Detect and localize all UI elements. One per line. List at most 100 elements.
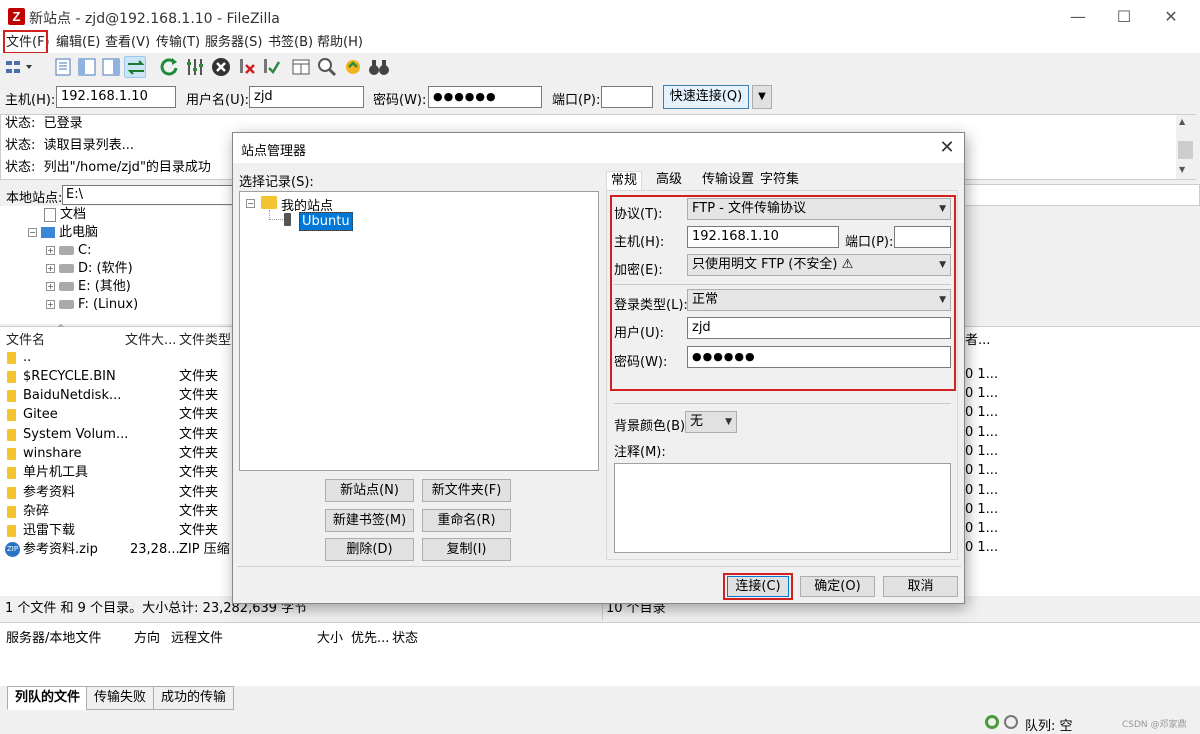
tree-item-this-pc[interactable]: − 此电脑 (28, 224, 98, 242)
menu-view[interactable]: 查看(V) (105, 34, 150, 53)
column-filesize[interactable]: 文件大... (125, 329, 176, 348)
cancel-button[interactable]: 取消 (883, 576, 958, 597)
dialog-close-icon[interactable]: ✕ (935, 136, 959, 160)
username-input[interactable]: zjd (249, 86, 364, 108)
expand-icon[interactable]: + (46, 300, 55, 309)
queue-tabs: 列队的文件 传输失败 成功的传输 (0, 686, 1200, 710)
column-filename[interactable]: 文件名 (6, 329, 45, 348)
comments-textarea[interactable] (614, 463, 951, 553)
transfer-queue-icon[interactable] (124, 56, 146, 78)
tree-item-drive-e[interactable]: + E: (其他) (46, 278, 131, 296)
file-row[interactable]: winshare 文件夹 (0, 444, 232, 463)
queue-col-remote[interactable]: 远程文件 (171, 627, 223, 646)
collapse-icon[interactable]: − (28, 228, 37, 237)
site-entry-ubuntu[interactable]: Ubuntu (299, 212, 353, 231)
tab-charset[interactable]: 字符集 (756, 171, 803, 191)
tree-item-drive-d[interactable]: + D: (软件) (46, 260, 133, 278)
quickconnect-dropdown-icon[interactable]: ▼ (752, 85, 772, 109)
menu-edit[interactable]: 编辑(E) (56, 34, 100, 53)
file-row[interactable]: System Volum... 文件夹 (0, 425, 232, 444)
port-input[interactable] (601, 86, 653, 108)
drive-icon (59, 264, 74, 273)
menu-help[interactable]: 帮助(H) (317, 34, 363, 53)
tab-advanced[interactable]: 高级 (652, 171, 686, 191)
search-icon[interactable] (316, 56, 338, 78)
new-bookmark-button[interactable]: 新建书签(M) (325, 509, 414, 532)
settings-gear-icon[interactable] (985, 715, 999, 729)
tab-transfer-settings[interactable]: 传输设置 (698, 171, 758, 191)
menu-server[interactable]: 服务器(S) (205, 34, 262, 53)
queue-col-status[interactable]: 状态 (392, 627, 418, 646)
site-tree: − 我的站点 Ubuntu (239, 191, 599, 471)
expand-icon[interactable]: + (46, 282, 55, 291)
host-input[interactable]: 192.168.1.10 (56, 86, 176, 108)
expand-icon[interactable]: + (46, 246, 55, 255)
file-row[interactable]: 迅雷下载 文件夹 (0, 521, 232, 540)
local-path-input[interactable]: E:\ (62, 185, 237, 205)
file-row[interactable]: ZIP 参考资料.zip 23,28... ZIP 压缩 (0, 540, 232, 559)
tab-queued-files[interactable]: 列队的文件 (7, 686, 89, 710)
tab-general[interactable]: 常规 (606, 171, 643, 191)
find-files-binoculars-icon[interactable] (368, 56, 390, 78)
delete-button[interactable]: 删除(D) (325, 538, 414, 561)
rename-button[interactable]: 重命名(R) (422, 509, 511, 532)
process-queue-icon[interactable] (184, 56, 206, 78)
file-row[interactable]: 单片机工具 文件夹 (0, 463, 232, 482)
filezilla-window: Z 新站点 - zjd@192.168.1.10 - FileZilla — ☐… (0, 0, 1200, 734)
expand-icon[interactable]: + (46, 264, 55, 273)
file-row[interactable]: $RECYCLE.BIN 文件夹 (0, 367, 232, 386)
file-row[interactable]: 杂碎 文件夹 (0, 502, 232, 521)
remote-site-path[interactable] (963, 184, 1200, 206)
folder-icon (7, 371, 16, 383)
queue-col-size[interactable]: 大小 (317, 627, 343, 646)
queue-col-server-local[interactable]: 服务器/本地文件 (6, 627, 101, 646)
ok-button[interactable]: 确定(O) (800, 576, 875, 597)
background-color-select[interactable]: 无 ▼ (685, 411, 737, 433)
minimize-button[interactable]: — (1055, 0, 1101, 33)
computer-icon (41, 227, 55, 238)
file-row[interactable]: Gitee 文件夹 (0, 405, 232, 424)
queue-col-priority[interactable]: 优先... (351, 627, 389, 646)
refresh-icon[interactable] (158, 56, 180, 78)
new-site-button[interactable]: 新站点(N) (325, 479, 414, 502)
reconnect-icon[interactable] (260, 56, 282, 78)
queue-col-direction[interactable]: 方向 (134, 627, 160, 646)
close-button[interactable]: ✕ (1148, 0, 1194, 33)
remote-tree-icon[interactable] (100, 56, 122, 78)
folder-icon (7, 487, 16, 499)
file-row[interactable]: 参考资料 文件夹 (0, 483, 232, 502)
collapse-icon[interactable]: − (246, 199, 255, 208)
password-input[interactable]: ●●●●●● (428, 86, 542, 108)
quickconnect-button[interactable]: 快速连接(Q) (663, 85, 749, 109)
tab-failed-transfers[interactable]: 传输失败 (86, 686, 155, 710)
remote-cell: 0 1... (965, 425, 999, 440)
host-label: 主机(H): (5, 93, 56, 108)
column-filetype[interactable]: 文件类型 (179, 329, 231, 348)
menu-transfer[interactable]: 传输(T) (156, 34, 200, 53)
log-line: 状态: 已登录 (5, 116, 83, 131)
password-label: 密码(W): (373, 93, 427, 108)
new-folder-button[interactable]: 新文件夹(F) (422, 479, 511, 502)
column-owner[interactable]: 者... (965, 329, 990, 348)
tree-item-documents[interactable]: 文档 (44, 206, 86, 224)
menu-bookmarks[interactable]: 书签(B) (268, 34, 313, 53)
file-row[interactable]: .. (0, 348, 232, 367)
tab-successful-transfers[interactable]: 成功的传输 (153, 686, 235, 710)
log-scrollbar[interactable]: ▲ ▼ (1176, 115, 1196, 179)
sync-browse-icon[interactable] (342, 56, 364, 78)
cancel-operation-icon[interactable] (210, 56, 232, 78)
maximize-button[interactable]: ☐ (1101, 0, 1147, 33)
file-row[interactable]: BaiduNetdisk... 文件夹 (0, 386, 232, 405)
speed-limit-icon[interactable] (1004, 715, 1018, 729)
tree-item-drive-c[interactable]: + C: (46, 242, 91, 260)
separator (237, 566, 961, 567)
tree-item-drive-f[interactable]: + F: (Linux) (46, 296, 138, 314)
message-log-icon[interactable] (52, 56, 74, 78)
disconnect-icon[interactable] (236, 56, 258, 78)
site-manager-icon[interactable] (4, 56, 34, 78)
drive-icon (59, 246, 74, 255)
copy-button[interactable]: 复制(I) (422, 538, 511, 561)
drive-icon (59, 300, 74, 309)
directory-comparison-icon[interactable] (290, 56, 312, 78)
local-tree-icon[interactable] (76, 56, 98, 78)
